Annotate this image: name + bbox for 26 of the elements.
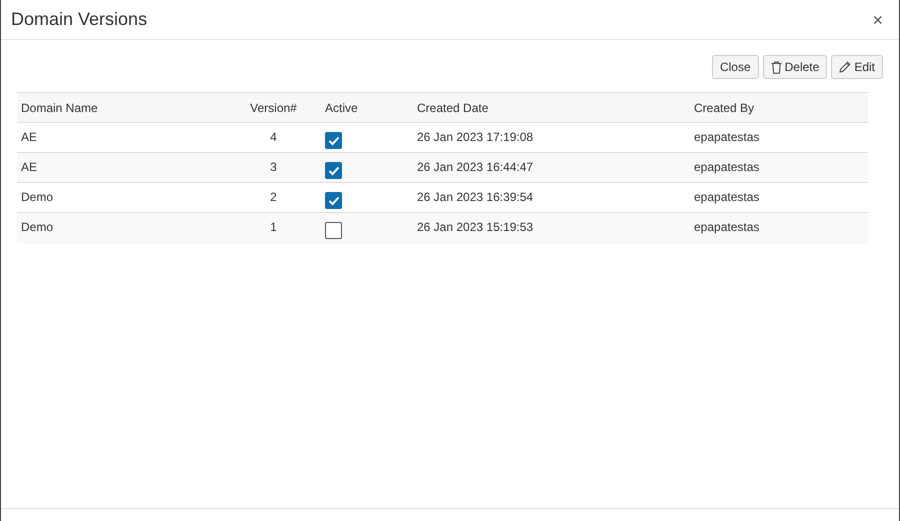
table-cell: 1 xyxy=(226,212,321,244)
column-header[interactable]: Created By xyxy=(690,92,868,122)
column-header[interactable]: Version# xyxy=(226,92,321,122)
column-header[interactable]: Domain Name xyxy=(17,92,226,122)
delete-button[interactable]: Delete xyxy=(762,55,828,79)
active-checkbox[interactable] xyxy=(325,132,342,149)
table-cell: 26 Jan 2023 16:44:47 xyxy=(413,152,690,182)
close-button[interactable]: Close xyxy=(712,55,759,79)
pencil-icon xyxy=(839,61,852,73)
active-checkbox[interactable] xyxy=(325,222,342,239)
edit-button[interactable]: Edit xyxy=(831,55,883,79)
check-icon xyxy=(328,196,340,206)
column-header[interactable]: Created Date xyxy=(413,92,690,122)
trash-icon xyxy=(770,60,782,74)
table-cell: AE xyxy=(17,152,226,182)
table-cell: Demo xyxy=(17,212,226,244)
table-cell: 26 Jan 2023 15:19:53 xyxy=(413,212,690,244)
active-checkbox[interactable] xyxy=(325,162,342,179)
table-cell: epapatestas xyxy=(690,152,868,182)
check-icon xyxy=(328,136,340,146)
column-header[interactable]: Active xyxy=(321,92,413,122)
check-icon xyxy=(328,166,340,176)
table-cell: 3 xyxy=(226,152,321,182)
dialog-title: Domain Versions xyxy=(11,8,148,31)
table-cell: epapatestas xyxy=(690,212,868,244)
active-checkbox[interactable] xyxy=(325,192,342,209)
